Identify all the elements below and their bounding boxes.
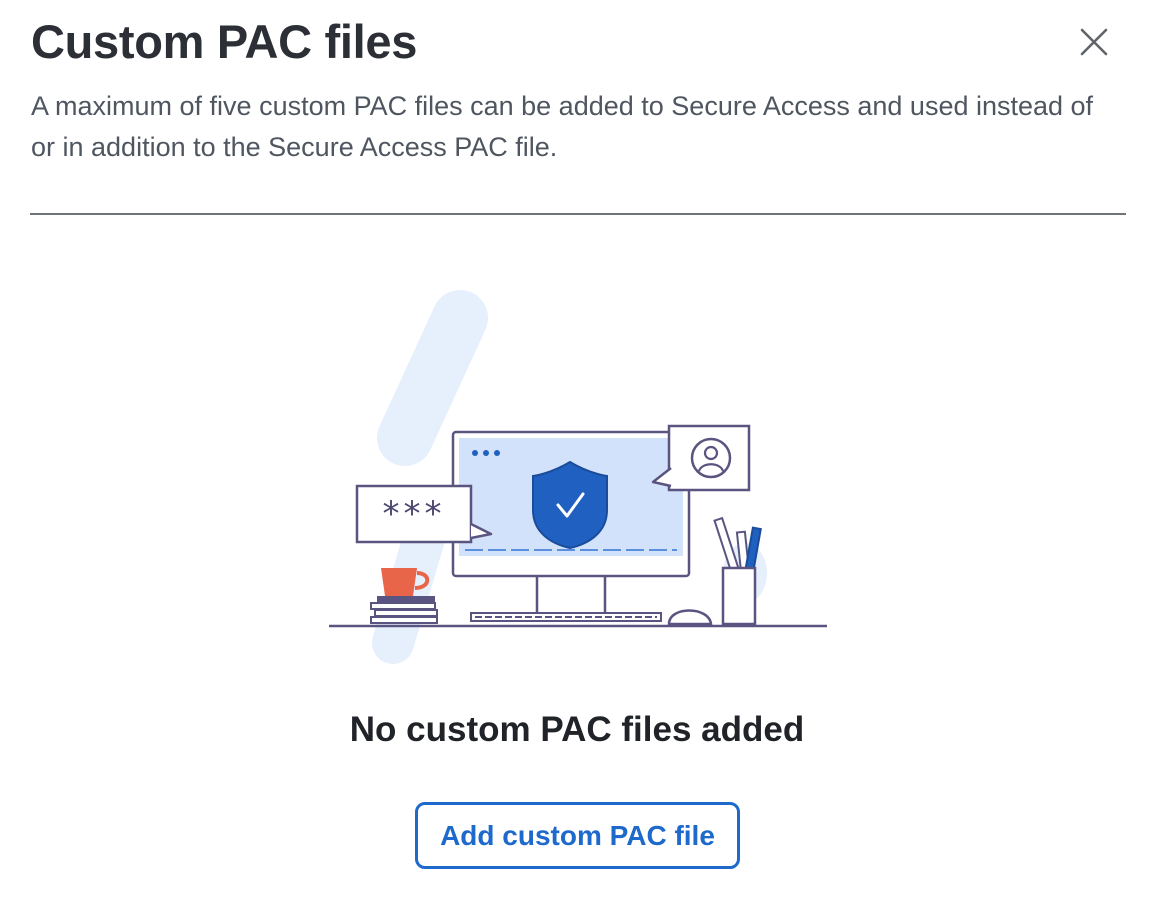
close-icon <box>1080 28 1108 56</box>
empty-state-illustration: *** <box>325 288 835 678</box>
password-bubble-icon: *** <box>355 484 493 544</box>
secure-desktop-illustration: *** <box>329 290 827 664</box>
pencil-holder-icon <box>713 516 762 626</box>
keyboard-icon <box>470 612 662 622</box>
close-button[interactable] <box>1072 20 1116 64</box>
empty-state-message: No custom PAC files added <box>349 710 805 749</box>
panel-title: Custom PAC files <box>31 15 418 68</box>
panel-header: Custom PAC files <box>31 14 1111 70</box>
shield-check-icon <box>532 460 608 550</box>
header-divider <box>30 213 1126 215</box>
add-custom-pac-file-button[interactable]: Add custom PAC file <box>415 802 740 869</box>
custom-pac-files-panel: Custom PAC files A maximum of five custo… <box>0 0 1154 900</box>
panel-description: A maximum of five custom PAC files can b… <box>31 91 1094 162</box>
mouse-icon <box>667 609 713 626</box>
svg-text:***: *** <box>383 494 446 534</box>
